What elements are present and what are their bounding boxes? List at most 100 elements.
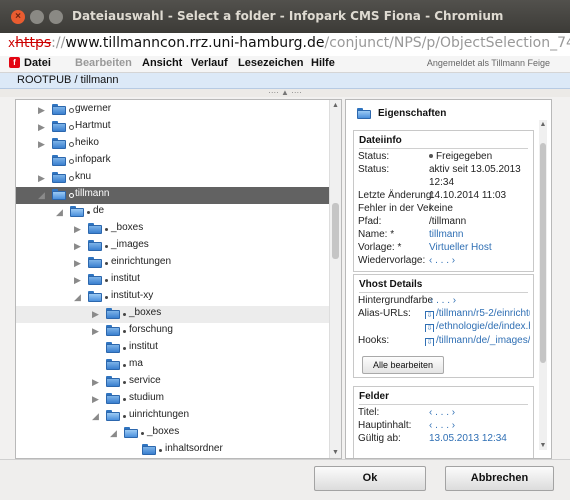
- hooks-link[interactable]: ⇩/tillmann/de/_images/: [425, 335, 530, 346]
- tree-item[interactable]: ▶ studium: [16, 391, 329, 408]
- minimize-window-button[interactable]: [30, 10, 44, 24]
- alias-url-link[interactable]: ⇩/ethnologie/de/index.h: [425, 321, 530, 332]
- tree-item[interactable]: ▶ service: [16, 374, 329, 391]
- collapse-arrow-icon[interactable]: ···· ▲ ····: [262, 89, 308, 97]
- edit-all-button[interactable]: Alle bearbeiten: [362, 356, 444, 374]
- expand-arrow-right-icon[interactable]: ▶: [92, 377, 101, 387]
- expand-arrow-right-icon[interactable]: ▶: [74, 258, 83, 268]
- tree-item-label: knu: [75, 171, 92, 182]
- status-dot-icon: [123, 415, 126, 418]
- folder-icon: [52, 172, 66, 183]
- close-window-button[interactable]: ×: [11, 10, 25, 24]
- status-dot-icon: [69, 125, 74, 130]
- folder-icon: [106, 308, 120, 319]
- tree-item[interactable]: ◢ tillmann: [16, 187, 329, 204]
- tree-item[interactable]: ▶ Hartmut: [16, 119, 329, 136]
- folder-open-icon: [52, 189, 66, 200]
- tree-item[interactable]: ◢ de: [16, 204, 329, 221]
- menu-verlauf[interactable]: Verlauf: [191, 57, 228, 69]
- folder-tree[interactable]: ▶ gwerner ▶ Hartmut ▶ heiko infopark ▶ knu ◢ tillm…: [15, 99, 342, 459]
- tree-item[interactable]: institut: [16, 340, 329, 357]
- tree-item[interactable]: ◢ uinrichtungen: [16, 408, 329, 425]
- prop-value[interactable]: Virtueller Host: [429, 242, 492, 253]
- expand-arrow-down-icon[interactable]: ◢: [74, 292, 83, 302]
- tree-item[interactable]: ◢ _boxes: [16, 425, 329, 442]
- tree-item[interactable]: ▶ forschung: [16, 323, 329, 340]
- expand-arrow-right-icon[interactable]: ▶: [74, 224, 83, 234]
- expand-arrow-down-icon[interactable]: ◢: [38, 190, 47, 200]
- expand-arrow-right-icon[interactable]: ▶: [92, 309, 101, 319]
- prop-value-hauptinhalt[interactable]: ‹ . . . ›: [429, 420, 455, 431]
- tree-item[interactable]: ▶ institut: [16, 272, 329, 289]
- window-title: Dateiauswahl - Select a folder - Infopar…: [72, 9, 504, 23]
- prop-value: 14.10.2014 11:03: [429, 190, 507, 201]
- maximize-window-button[interactable]: [49, 10, 63, 24]
- tree-item-label: einrichtungen: [111, 256, 172, 267]
- alias-url-link[interactable]: ⇩/tillmann/r5-2/einrichtu: [425, 308, 530, 319]
- tree-item[interactable]: ▶ heiko: [16, 136, 329, 153]
- tree-item[interactable]: ▶ _boxes: [16, 306, 329, 323]
- properties-scroll-thumb[interactable]: [540, 143, 546, 363]
- tree-item[interactable]: ▶ _images: [16, 238, 329, 255]
- expand-arrow-right-icon[interactable]: ▶: [38, 105, 47, 115]
- tree-item-label: uinrichtungen: [129, 409, 190, 420]
- url-text[interactable]: xhttps://www.tillmanncon.rrz.uni-hamburg…: [8, 35, 570, 51]
- tree-item[interactable]: ◢ institut-xy: [16, 289, 329, 306]
- expand-arrow-right-icon[interactable]: ▶: [74, 275, 83, 285]
- address-bar[interactable]: xhttps://www.tillmanncon.rrz.uni-hamburg…: [0, 33, 570, 57]
- tree-item-label: infopark: [75, 154, 111, 165]
- tree-scrollbar[interactable]: ▲ ▼: [329, 100, 341, 458]
- folder-icon: [52, 138, 66, 149]
- scroll-down-icon[interactable]: ▼: [539, 441, 547, 450]
- expand-arrow-down-icon[interactable]: ◢: [56, 207, 65, 217]
- folder-icon: [106, 376, 120, 387]
- prop-label: Fehler in der Ver: [358, 203, 432, 214]
- tree-item[interactable]: inhaltsordner: [16, 442, 329, 458]
- tree-item[interactable]: ma: [16, 357, 329, 374]
- tree-item[interactable]: ▶ knu: [16, 170, 329, 187]
- expand-arrow-right-icon[interactable]: ▶: [38, 139, 47, 149]
- expand-arrow-right-icon[interactable]: ▶: [92, 326, 101, 336]
- prop-value-gueltig-ab[interactable]: 13.05.2013 12:34: [429, 433, 507, 444]
- logged-in-user: Angemeldet als Tillmann Feige: [426, 58, 550, 68]
- prop-label: Gültig ab:: [358, 433, 401, 444]
- menu-lesezeichen[interactable]: Lesezeichen: [238, 57, 303, 69]
- tree-item-label: heiko: [75, 137, 99, 148]
- prop-value-hintergrundfarbe[interactable]: ‹ . . . ›: [430, 295, 456, 306]
- tree-item-label: forschung: [129, 324, 173, 335]
- scroll-down-icon[interactable]: ▼: [331, 448, 340, 457]
- tree-item-label: _boxes: [147, 426, 180, 437]
- properties-scrollbar[interactable]: ▲ ▼: [539, 120, 547, 450]
- status-dot-icon: [87, 211, 90, 214]
- status-dot-icon: [123, 313, 126, 316]
- felder-section: Felder Titel: ‹ . . . › Hauptinhalt: ‹ .…: [353, 386, 534, 458]
- tree-item[interactable]: infopark: [16, 153, 329, 170]
- menu-datei[interactable]: Datei: [24, 57, 51, 69]
- menu-ansicht[interactable]: Ansicht: [142, 57, 182, 69]
- expand-arrow-right-icon[interactable]: ▶: [92, 394, 101, 404]
- prop-value-titel[interactable]: ‹ . . . ›: [429, 407, 455, 418]
- expand-arrow-down-icon[interactable]: ◢: [92, 411, 101, 421]
- tree-item[interactable]: ▶ gwerner: [16, 102, 329, 119]
- panel-splitter[interactable]: ···· ▲ ····: [0, 89, 570, 97]
- ok-button[interactable]: Ok: [314, 466, 426, 491]
- expand-arrow-right-icon[interactable]: ▶: [38, 122, 47, 132]
- menu-hilfe[interactable]: Hilfe: [311, 57, 335, 69]
- title-bar: × Dateiauswahl - Select a folder - Infop…: [0, 0, 570, 33]
- expand-arrow-down-icon[interactable]: ◢: [110, 428, 119, 438]
- properties-title: Eigenschaften: [378, 108, 447, 119]
- scroll-up-icon[interactable]: ▲: [331, 101, 340, 110]
- expand-arrow-right-icon[interactable]: ▶: [38, 173, 47, 183]
- prop-value[interactable]: tillmann: [429, 229, 463, 240]
- vhost-section: Vhost Details Hintergrundfarbe ‹ . . . ›…: [353, 274, 534, 378]
- folder-open-icon: [357, 108, 371, 119]
- status-dot-icon: [69, 176, 74, 181]
- expand-arrow-right-icon[interactable]: ▶: [74, 241, 83, 251]
- tree-item[interactable]: ▶ _boxes: [16, 221, 329, 238]
- scroll-up-icon[interactable]: ▲: [539, 120, 547, 129]
- prop-value[interactable]: ‹ . . . ›: [429, 255, 455, 266]
- prop-label: Status:: [358, 151, 390, 162]
- tree-scroll-thumb[interactable]: [332, 203, 339, 259]
- cancel-button[interactable]: Abbrechen: [445, 466, 554, 491]
- tree-item[interactable]: ▶ einrichtungen: [16, 255, 329, 272]
